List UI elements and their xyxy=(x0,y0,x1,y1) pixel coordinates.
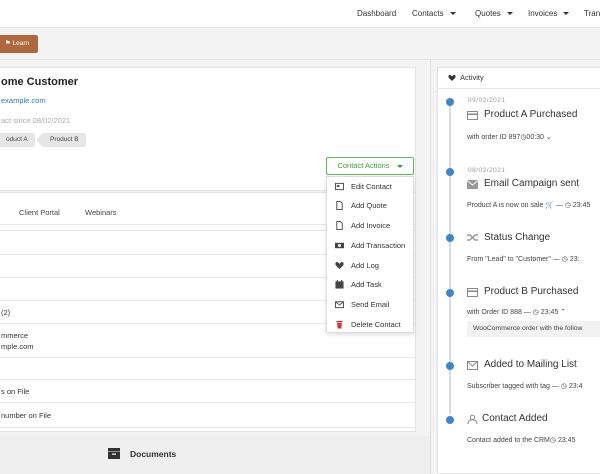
tag-product-a[interactable]: oduct A xyxy=(0,133,35,147)
nav-quotes[interactable]: Quotes xyxy=(475,9,513,18)
heart-icon xyxy=(448,74,456,81)
learn-button[interactable]: ⚑ Learn xyxy=(0,35,38,53)
clock-icon: ◷ xyxy=(532,309,539,316)
menu-item-add-log[interactable]: Add Log xyxy=(327,256,415,275)
chevron-up-icon[interactable]: ⌃ xyxy=(558,309,566,316)
event-description: From "Lead" to "Customer" — ◷ 23: xyxy=(467,256,580,263)
event-description: Contact added to the CRM◷ 23:45 xyxy=(467,437,576,444)
clock-icon: ◷ xyxy=(564,202,571,209)
cart-icon: 🛒 xyxy=(545,202,554,209)
table-row: s on File xyxy=(0,380,415,403)
menu-item-add-invoice[interactable]: Add Invoice xyxy=(327,216,415,235)
customer-name: ome Customer xyxy=(1,76,79,88)
chevron-down-icon xyxy=(449,12,456,16)
timeline-dot xyxy=(446,168,454,176)
chevron-down-icon xyxy=(563,12,570,16)
menu-item-add-quote[interactable]: Add Quote xyxy=(327,196,415,215)
tab-client-portal[interactable]: Client Portal xyxy=(19,208,60,217)
timeline-dot xyxy=(446,234,454,242)
user-icon xyxy=(467,415,478,424)
envelope-icon xyxy=(335,301,344,309)
contact-actions-menu: Edit Contact Add Quote Add Invoice Add T… xyxy=(326,176,414,333)
activity-header: Activity xyxy=(448,73,484,82)
money-icon xyxy=(335,242,344,249)
column-divider xyxy=(430,60,431,474)
event-date: 08/02/2021 xyxy=(468,167,506,174)
menu-item-add-transaction[interactable]: Add Transaction xyxy=(327,236,415,255)
event-date: 09/02/2021 xyxy=(468,97,506,104)
event-title: Status Change xyxy=(484,232,551,243)
contact-actions-button[interactable]: Contact Actions xyxy=(326,157,414,175)
activity-divider xyxy=(438,88,600,89)
event-title: Added to Mailing List xyxy=(484,359,577,370)
event-description: Product A is now on sale 🛒 — ◷ 23:45 xyxy=(467,202,591,209)
heart-icon xyxy=(335,262,344,270)
clock-icon: ◷ xyxy=(561,256,568,263)
tab-webinars[interactable]: Webinars xyxy=(85,208,117,217)
timeline-dot xyxy=(446,416,454,424)
menu-item-edit-contact[interactable]: Edit Contact xyxy=(327,177,415,196)
header-divider xyxy=(0,59,600,60)
file-icon xyxy=(336,201,343,210)
timeline-dot xyxy=(446,98,454,106)
timeline-dot xyxy=(446,362,454,370)
envelope-outline-icon xyxy=(467,361,478,370)
credit-card-icon xyxy=(467,288,478,297)
documents-section[interactable] xyxy=(0,436,430,474)
nav-transactions[interactable]: Trans xyxy=(584,9,600,18)
event-title: Contact Added xyxy=(482,413,548,424)
clock-icon: ◷ xyxy=(560,383,567,390)
trash-icon xyxy=(336,320,343,329)
event-description: with order ID 897◷00:30 ⌄ xyxy=(467,134,552,141)
menu-item-send-email[interactable]: Send Email xyxy=(327,295,415,314)
chevron-down-icon xyxy=(506,12,513,16)
envelope-icon xyxy=(467,180,478,189)
tag-product-b[interactable]: Product B xyxy=(36,133,86,147)
top-navbar: Dashboard Contacts Quotes Invoices Trans xyxy=(0,0,600,28)
event-title: Product A Purchased xyxy=(484,109,578,120)
table-row: number on File xyxy=(0,403,415,428)
folder-icon xyxy=(108,448,120,459)
nav-dashboard[interactable]: Dashboard xyxy=(357,9,396,18)
event-description: with Order ID 888 — ◷ 23:45 ⌃ xyxy=(467,309,567,316)
table-row xyxy=(0,358,415,380)
clock-icon: ◷ xyxy=(549,437,556,444)
event-note: WooCommerce order with the follow xyxy=(467,321,600,337)
calendar-icon xyxy=(335,280,344,289)
customer-email-link[interactable]: example.com xyxy=(1,96,46,105)
random-icon xyxy=(467,234,478,241)
graduation-cap-icon: ⚑ xyxy=(4,40,11,47)
chevron-down-icon xyxy=(396,164,403,168)
timeline-dot xyxy=(446,289,454,297)
id-card-icon xyxy=(335,182,344,191)
menu-item-delete-contact[interactable]: Delete Contact xyxy=(327,315,415,334)
nav-invoices[interactable]: Invoices xyxy=(528,9,570,18)
documents-label: Documents xyxy=(130,449,177,459)
event-title: Product B Purchased xyxy=(484,286,579,297)
event-title: Email Campaign sent xyxy=(484,178,580,189)
contact-since-text: act since 08/02/2021 xyxy=(1,116,71,125)
nav-contacts[interactable]: Contacts xyxy=(412,9,456,18)
credit-card-icon xyxy=(467,111,478,120)
chevron-down-icon[interactable]: ⌄ xyxy=(544,134,552,141)
menu-item-add-task[interactable]: Add Task xyxy=(327,275,415,294)
event-description: Subscriber tagged with tag — ◷ 23:4 xyxy=(467,383,583,390)
file-icon xyxy=(336,221,343,230)
